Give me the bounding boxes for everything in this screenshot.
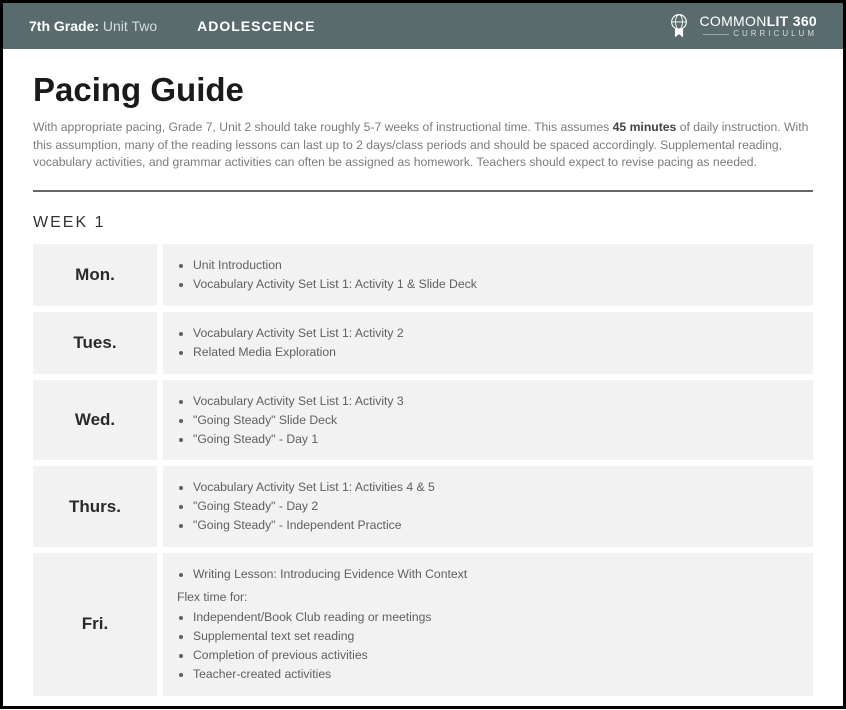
list-item: "Going Steady" Slide Deck [193,411,793,430]
header-bar: 7th Grade: Unit Two ADOLESCENCE COMMONLI… [3,3,843,49]
list-item: Vocabulary Activity Set List 1: Activity… [193,275,793,294]
grade-bold: 7th Grade: [29,18,99,34]
list-item: "Going Steady" - Day 1 [193,430,793,449]
week-label: WEEK 1 [33,214,813,232]
day-items: Unit IntroductionVocabulary Activity Set… [163,244,813,306]
day-items: Writing Lesson: Introducing Evidence Wit… [163,553,813,696]
day-name: Mon. [33,244,163,306]
day-row: Fri. Writing Lesson: Introducing Evidence… [33,553,813,696]
divider [33,190,813,192]
list-item: Unit Introduction [193,256,793,275]
list-item: Vocabulary Activity Set List 1: Activiti… [193,478,793,497]
day-items: Vocabulary Activity Set List 1: Activity… [163,380,813,461]
day-name: Tues. [33,312,163,374]
day-name: Fri. [33,553,163,696]
grade-light: Unit Two [103,18,157,34]
schedule-table: Mon.Unit IntroductionVocabulary Activity… [33,244,813,696]
brand-name: COMMONLIT 360 [700,14,818,28]
list-item: Independent/Book Club reading or meeting… [193,608,793,627]
day-row: Tues. Vocabulary Activity Set List 1: Act… [33,312,813,374]
list-item: Completion of previous activities [193,646,793,665]
brand-a: COMMON [700,13,767,29]
list-item: Vocabulary Activity Set List 1: Activity… [193,392,793,411]
list-item: "Going Steady" - Day 2 [193,497,793,516]
page-title: Pacing Guide [33,71,813,109]
content: Pacing Guide With appropriate pacing, Gr… [3,49,843,710]
list-item: Related Media Exploration [193,343,793,362]
brand-c: 360 [793,13,817,29]
list-item: Vocabulary Activity Set List 1: Activity… [193,324,793,343]
intro-emph: 45 minutes [613,120,677,134]
list-item: Teacher-created activities [193,665,793,684]
unit-title: ADOLESCENCE [197,18,315,34]
day-row: Thurs. Vocabulary Activity Set List 1: Ac… [33,466,813,547]
list-item: Writing Lesson: Introducing Evidence Wit… [193,565,793,584]
intro-pre: With appropriate pacing, Grade 7, Unit 2… [33,120,613,134]
flex-note: Flex time for: [177,590,793,604]
list-item: Supplemental text set reading [193,627,793,646]
day-name: Wed. [33,380,163,461]
day-items: Vocabulary Activity Set List 1: Activity… [163,312,813,374]
grade-label: 7th Grade: Unit Two [29,18,157,34]
day-items: Vocabulary Activity Set List 1: Activiti… [163,466,813,547]
intro-text: With appropriate pacing, Grade 7, Unit 2… [33,119,813,172]
header-left: 7th Grade: Unit Two ADOLESCENCE [29,18,315,34]
brand-logo: COMMONLIT 360 CURRICULUM [666,13,818,39]
list-item: "Going Steady" - Independent Practice [193,516,793,535]
brand-sub: CURRICULUM [700,30,818,38]
brand-text: COMMONLIT 360 CURRICULUM [700,14,818,38]
day-row: Wed. Vocabulary Activity Set List 1: Acti… [33,380,813,461]
day-row: Mon.Unit IntroductionVocabulary Activity… [33,244,813,306]
day-name: Thurs. [33,466,163,547]
brand-b: LIT [767,13,789,29]
ribbon-globe-icon [666,13,692,39]
